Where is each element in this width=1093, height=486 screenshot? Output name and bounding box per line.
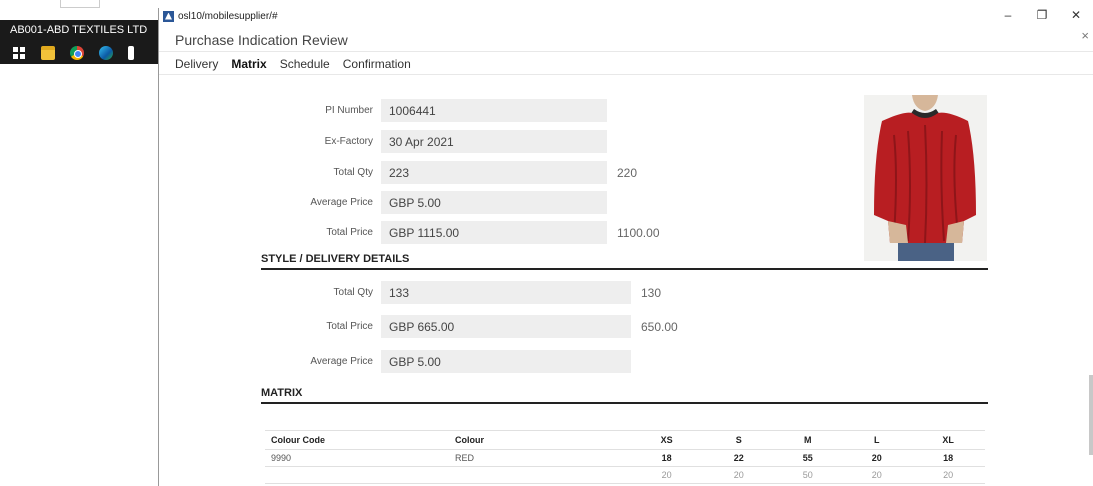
req-s-cell: 20 [704,466,774,484]
folder-icon[interactable] [41,46,55,60]
total-price-label: Total Price [326,227,373,238]
style-total-price-row: Total Price GBP 665.00 650.00 [269,315,678,338]
requested-row: 20 20 50 20 20 [265,466,985,484]
style-total-qty-label: Total Qty [333,287,373,298]
close-icon[interactable]: ✕ [1059,8,1093,24]
background-page [0,0,1093,8]
style-total-qty-row: Total Qty 133 130 [269,281,661,304]
style-total-qty-requested: 130 [641,285,662,300]
col-m: M [773,430,843,450]
matrix-content: PI Number 1006441 Ex-Factory 30 Apr 2021… [159,75,1093,486]
total-qty-row: Total Qty 223 220 [269,161,637,184]
restore-icon[interactable]: ❐ [1025,8,1059,24]
col-colour: Colour [449,430,629,450]
average-price-field: GBP 5.00 [381,191,607,214]
tab-bar: Delivery Matrix Schedule Confirmation [159,52,1093,75]
sweater-image [864,95,987,261]
dialog-header: Purchase Indication Review × [159,24,1093,52]
product-image [864,95,987,261]
taskbar-icons [0,42,158,64]
style-total-price-requested: 650.00 [641,319,678,334]
company-label: AB001-ABD TEXTILES LTD [0,20,158,42]
partial-app-icon[interactable] [128,46,134,60]
chrome-icon[interactable] [70,46,84,60]
ex-factory-label: Ex-Factory [324,136,373,147]
windows-icon[interactable] [12,46,26,60]
qty-s-cell[interactable]: 22 [704,449,774,467]
window-url: osl10/mobilesupplier/# [178,10,278,22]
ex-factory-field: 30 Apr 2021 [381,130,607,153]
average-price-label: Average Price [310,197,373,208]
pi-number-row: PI Number 1006441 [269,99,607,122]
col-s: S [704,430,774,450]
app-icon [163,10,174,22]
table-row: 9990 RED 18 22 55 20 18 [265,449,985,467]
col-xs: XS [629,430,705,450]
total-qty-field: 223 [381,161,607,184]
qty-xs-cell[interactable]: 18 [629,449,705,467]
style-delivery-title: STYLE / DELIVERY DETAILS [261,253,988,270]
style-average-price-field: GBP 5.00 [381,350,631,373]
size-matrix-table: Colour Code Colour XS S M L XL 9990 RED … [265,430,985,484]
col-colour-code: Colour Code [265,430,449,450]
matrix-title: MATRIX [261,387,988,404]
req-m-cell: 50 [773,466,843,484]
colour-code-cell: 9990 [265,449,449,467]
table-header-row: Colour Code Colour XS S M L XL [265,430,985,450]
req-xl-cell: 20 [911,466,985,484]
req-xs-cell: 20 [629,466,705,484]
average-price-row: Average Price GBP 5.00 [269,191,607,214]
tab-schedule[interactable]: Schedule [280,57,330,74]
style-total-price-field: GBP 665.00 [381,315,631,338]
qty-xl-cell[interactable]: 18 [911,449,985,467]
dialog-close-icon[interactable]: × [1081,28,1089,43]
ex-factory-row: Ex-Factory 30 Apr 2021 [269,130,607,153]
browser-window: osl10/mobilesupplier/# – ❐ ✕ Purchase In… [158,8,1093,486]
tab-confirmation[interactable]: Confirmation [343,57,411,74]
qty-m-cell[interactable]: 55 [773,449,843,467]
edge-icon[interactable] [99,46,113,60]
window-titlebar: osl10/mobilesupplier/# – ❐ ✕ [159,8,1093,24]
taskbar-fragment: AB001-ABD TEXTILES LTD [0,20,158,486]
col-l: L [842,430,912,450]
tab-delivery[interactable]: Delivery [175,57,218,74]
colour-cell: RED [449,449,629,467]
vertical-scrollbar[interactable] [1089,375,1093,455]
pi-number-field: 1006441 [381,99,607,122]
pi-number-label: PI Number [325,105,373,116]
window-controls: – ❐ ✕ [991,8,1093,24]
style-total-qty-field: 133 [381,281,631,304]
req-l-cell: 20 [842,466,912,484]
total-qty-label: Total Qty [333,167,373,178]
col-xl: XL [911,430,985,450]
style-average-price-label: Average Price [310,356,373,367]
total-price-requested: 1100.00 [617,225,660,240]
total-price-row: Total Price GBP 1115.00 1100.00 [269,221,660,244]
tab-matrix[interactable]: Matrix [231,57,266,74]
qty-l-cell[interactable]: 20 [842,449,912,467]
total-price-field: GBP 1115.00 [381,221,607,244]
style-average-price-row: Average Price GBP 5.00 [269,350,631,373]
style-total-price-label: Total Price [326,321,373,332]
page-size-select[interactable] [60,0,100,8]
minimize-icon[interactable]: – [991,8,1025,24]
page-title: Purchase Indication Review [175,32,348,48]
pager [60,0,100,8]
total-qty-requested: 220 [617,165,638,180]
